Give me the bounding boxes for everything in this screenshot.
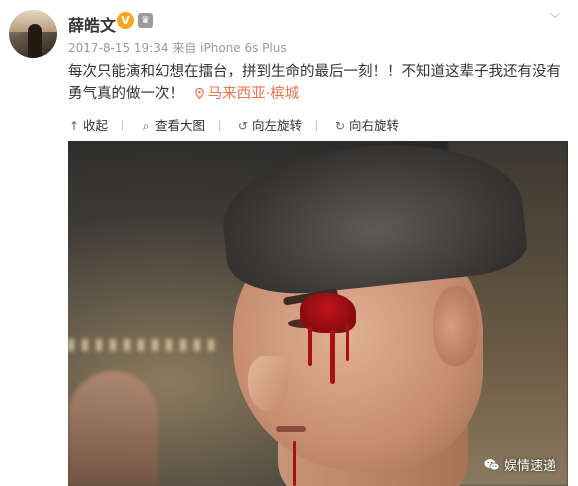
post-text: 每次只能演和幻想在擂台，拼到生命的最后一刻！！不知道这辈子我还有没有勇气真的做一… bbox=[68, 64, 561, 102]
photo-nose bbox=[248, 356, 288, 411]
view-large-label: 查看大图 bbox=[155, 118, 206, 133]
post-meta: 2017-8-15 19:34 来自 iPhone 6s Plus bbox=[68, 39, 287, 56]
rotate-left-button[interactable]: ↺ 向左旋转 bbox=[236, 115, 302, 134]
collapse-arrow-icon: ↑ bbox=[68, 119, 80, 133]
magnifier-icon: ⌕ bbox=[142, 119, 150, 133]
photo-mouth bbox=[276, 426, 306, 432]
view-large-button[interactable]: ⌕ 查看大图 bbox=[139, 115, 205, 134]
rotate-right-label: 向右旋转 bbox=[349, 118, 400, 133]
rotate-left-label: 向左旋转 bbox=[252, 118, 303, 133]
photo-blood-drip bbox=[308, 326, 312, 366]
photo-blood-drip bbox=[346, 323, 349, 361]
collapse-button[interactable]: ↑ 收起 bbox=[67, 115, 108, 134]
verified-badge-icon: V bbox=[117, 12, 134, 29]
location-link[interactable]: 马来西亚·槟城 bbox=[194, 86, 300, 102]
watermark-label: 娱情速递 bbox=[503, 459, 556, 474]
rotate-right-icon: ↻ bbox=[334, 119, 346, 133]
crown-icon: ♛ bbox=[138, 13, 153, 28]
chevron-down-icon[interactable]: ⌵ bbox=[550, 7, 560, 22]
photo-blood-drip bbox=[330, 329, 335, 384]
post-text-container: 每次只能演和幻想在擂台，拼到生命的最后一刻！！不知道这辈子我还有没有勇气真的做一… bbox=[68, 61, 562, 105]
wechat-icon bbox=[484, 459, 500, 471]
collapse-label: 收起 bbox=[83, 118, 109, 133]
location-label: 马来西亚·槟城 bbox=[207, 86, 300, 102]
photo-blood-drip bbox=[293, 441, 296, 486]
photo-bokeh-lights bbox=[68, 339, 218, 351]
post-photo[interactable]: 娱情速递 bbox=[68, 141, 568, 486]
photo-background-person bbox=[68, 371, 158, 486]
photo-ear bbox=[433, 286, 478, 366]
location-pin-icon bbox=[194, 88, 204, 99]
toolbar-divider bbox=[219, 120, 221, 131]
username[interactable]: 薛皓文 bbox=[68, 12, 116, 36]
post-source: 来自 iPhone 6s Plus bbox=[172, 41, 287, 55]
image-toolbar: ↑ 收起 ⌕ 查看大图 ↺ 向左旋转 ↻ 向右旋转 bbox=[67, 115, 413, 133]
toolbar-divider bbox=[316, 120, 318, 131]
avatar-figure bbox=[28, 24, 42, 58]
rotate-right-button[interactable]: ↻ 向右旋转 bbox=[333, 115, 399, 134]
post-time[interactable]: 2017-8-15 19:34 bbox=[68, 41, 169, 55]
avatar[interactable] bbox=[9, 10, 57, 58]
watermark: 娱情速递 bbox=[484, 455, 556, 474]
rotate-left-icon: ↺ bbox=[237, 119, 249, 133]
toolbar-divider bbox=[122, 120, 124, 131]
